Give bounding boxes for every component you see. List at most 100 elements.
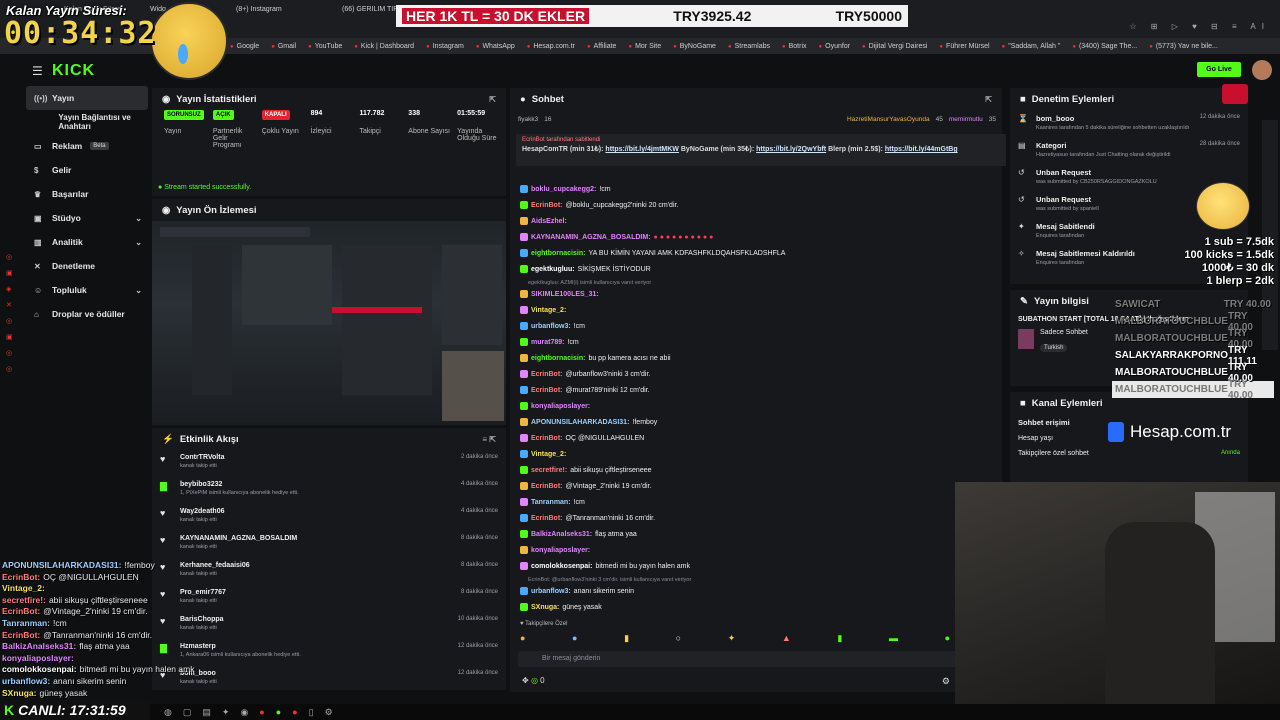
activity-user[interactable]: ContrTRVolta [180, 454, 224, 461]
moderation-item[interactable]: ▤ Kategori Hazretiyasuo tarafından Just Ch… [1010, 137, 1248, 164]
chat-message[interactable]: EcrinBot: @boklu_cupcakegg2'ninki 20 cm'd… [520, 201, 678, 209]
taskbar-app-icon[interactable]: ● [259, 707, 264, 717]
chat-message[interactable]: SIKIMLE100LES_31: [520, 290, 602, 298]
chat-username[interactable]: egektkugluu: [531, 266, 575, 273]
bookmark[interactable]: Botrix [782, 43, 807, 50]
chat-username[interactable]: konyaliaposlayer: [531, 547, 590, 554]
chat-message[interactable]: BalkizAnalseks31: flaş atma yaa [520, 530, 637, 538]
chat-username[interactable]: Vintage_2: [531, 307, 566, 314]
chat-username[interactable]: EcrinBot: [531, 387, 563, 394]
preview-video[interactable] [152, 221, 506, 425]
chat-message[interactable]: EcrinBot: @Tanranman'ninki 16 cm'dir. [520, 514, 655, 522]
chat-message[interactable]: EcrinBot: @murat789'ninki 12 cm'dir. [520, 386, 650, 394]
activity-user[interactable]: Hzmasterp [180, 643, 301, 650]
chat-username[interactable]: APONUNSILAHARKADASI31: [531, 419, 629, 426]
list-item[interactable]: ♥ ContrTRVolta kanalı takip etti 2 dakika ö… [152, 450, 506, 477]
list-item[interactable]: ♥ Way2death06 kanalı takip etti 4 dakika ön… [152, 504, 506, 531]
bookmark[interactable]: Affiliate [587, 43, 617, 50]
chat-message[interactable]: Vintage_2: [520, 306, 569, 314]
list-item[interactable]: ♥ KAYNANAMIN_AGZNA_BOSALDIM kanalı takip e… [152, 531, 506, 558]
browser-toolbar-icons[interactable]: ☆ ⊞ ▷ ♥ ⊟ ≡ AI [1129, 22, 1270, 31]
external-link-icon[interactable]: ⇱ [985, 95, 992, 104]
bookmark[interactable]: "Saddam, Allah " [1002, 43, 1060, 50]
sidebar-item-2[interactable]: ▭ Reklam Beta [26, 134, 148, 158]
chat-message[interactable]: SXnuga: güneş yasak [520, 603, 602, 611]
list-item[interactable]: ♥ BarisChoppa kanalı takip etti 10 dakika ö… [152, 612, 506, 639]
sidebar-item-6[interactable]: ▥ Analitik ⌄ [26, 230, 148, 254]
taskbar-app-icon[interactable]: ⚙ [325, 707, 333, 718]
bookmark[interactable]: WhatsApp [476, 43, 514, 50]
bookmark[interactable]: Oyunfor [819, 43, 850, 50]
avatar[interactable] [1252, 60, 1272, 80]
sidebar-item-4[interactable]: ♛ Başarılar [26, 182, 148, 206]
tab[interactable]: (66) GERILIM TIR... [342, 6, 404, 20]
chat-username[interactable]: EcrinBot: [531, 515, 563, 522]
chat-username[interactable]: eightbornacisin: [531, 355, 585, 362]
gear-icon[interactable]: ⚙ [942, 676, 950, 687]
bookmark[interactable]: ByNoGame [673, 43, 716, 50]
taskbar-app-icon[interactable]: ▯ [309, 707, 314, 718]
chat-message[interactable]: APONUNSILAHARKADASI31: !femboy [520, 418, 657, 426]
chat-username[interactable]: Vintage_2: [531, 451, 566, 458]
list-item[interactable]: ▇ Hzmasterp 1, Ankara06 isimli kullanıcıya… [152, 639, 506, 666]
chat-username[interactable]: Tanranman: [531, 499, 571, 506]
bookmark[interactable]: Kick | Dashboard [354, 43, 414, 50]
chat-message[interactable]: eightbornacisin: YA BU KİMİN YAYANI AMK K… [520, 249, 785, 257]
sidebar-item-1[interactable]: Yayın Bağlantısı ve Anahtarı [26, 110, 148, 134]
chat-username[interactable]: urbanflow3: [531, 588, 571, 595]
bookmark[interactable]: Führer Mürsel [939, 43, 990, 50]
chat-message[interactable]: comolokkosenpai: bitmedi mi bu yayın hale… [520, 562, 690, 570]
bookmark[interactable]: Mor Site [628, 43, 661, 50]
bookmark[interactable]: Google [230, 43, 260, 50]
chat-message[interactable]: egektkugluu: SİKİŞMEK İSTİYODUR [520, 265, 651, 273]
chat-message[interactable]: urbanflow3: ananı sikerim senin [520, 587, 634, 595]
emote-bar[interactable]: ● ● ▮ ○ ✦ ▲ ▮ ▬ ● [520, 633, 950, 644]
chat-message[interactable]: KAYNANAMIN_AGZNA_BOSALDIM: ● ● ● ● ● ● ● … [520, 233, 713, 241]
chat-message[interactable]: Vintage_2: [520, 450, 569, 458]
chat-username[interactable]: EcrinBot: [531, 202, 563, 209]
chat-username[interactable]: EcrinBot: [531, 371, 563, 378]
chat-input[interactable]: Bir mesaj gönderin [518, 651, 996, 667]
chat-username[interactable]: SIKIMLE100LES_31: [531, 291, 599, 298]
taskbar-app-icon[interactable]: ● [276, 707, 281, 717]
taskbar-app-icon[interactable]: ● [292, 707, 297, 717]
list-item[interactable]: ♥ bom_booo kanalı takip etti 12 dakika önce [152, 666, 506, 693]
followers-chat-row[interactable]: Takipçilere özel sohbet Anında [1010, 446, 1248, 461]
taskbar-app-icon[interactable]: ◍ [164, 707, 172, 718]
sidebar-item-3[interactable]: $ Gelir [26, 158, 148, 182]
filter-icon[interactable]: ≡ ⇱ [482, 435, 496, 444]
bookmark[interactable]: Gmail [271, 43, 296, 50]
pinned-link[interactable]: https://bit.ly/4jmtMKW [605, 146, 679, 153]
pinned-link[interactable]: https://bit.ly/2QwYbft [756, 146, 826, 153]
activity-user[interactable]: Way2death06 [180, 508, 224, 515]
settings-icon[interactable]: ✥ [522, 676, 529, 685]
bookmark[interactable]: Instagram [426, 43, 464, 50]
sidebar-item-5[interactable]: ▣ Stüdyo ⌄ [26, 206, 148, 230]
external-link-icon[interactable]: ⇱ [489, 95, 496, 104]
taskbar-app-icon[interactable]: ▤ [202, 707, 211, 718]
taskbar-app-icon[interactable]: ▢ [183, 707, 192, 718]
chat-username[interactable]: comolokkosenpai: [531, 563, 592, 570]
chat-username[interactable]: EcrinBot: [531, 483, 563, 490]
bookmark[interactable]: YouTube [308, 43, 343, 50]
activity-user[interactable]: beybibo3232 [180, 481, 299, 488]
menu-icon[interactable]: ☰ [32, 64, 43, 78]
points-icon[interactable]: ◎ [531, 676, 538, 685]
chat-message[interactable]: eightbornacisin: bu pp kamera acısı ne ab… [520, 354, 671, 362]
bookmark[interactable]: Dijital Vergi Dairesi [862, 43, 928, 50]
chat-username[interactable]: BalkizAnalseks31: [531, 531, 592, 538]
chat-message[interactable]: EcrinBot: OÇ @NIGULLAHGULEN [520, 434, 644, 442]
sidebar-item-0[interactable]: ((•)) Yayın [26, 86, 148, 110]
moderation-item[interactable]: ⌛ bom_booo Kaanires tarafından 5 dakika sü… [1010, 110, 1248, 137]
bookmark[interactable]: (5773) Yav ne bile... [1149, 43, 1218, 50]
bookmark[interactable]: Hesap.com.tr [527, 43, 575, 50]
chat-message[interactable]: murat789: !cm [520, 338, 579, 346]
list-item[interactable]: ▇ beybibo3232 1, PiXePiM isimli kullanıcıy… [152, 477, 506, 504]
sidebar-item-9[interactable]: ⌂ Droplar ve ödüller [26, 302, 148, 326]
chat-message[interactable]: EcrinBot: @Vintage_2'ninki 19 cm'dir. [520, 482, 651, 490]
chat-username[interactable]: SXnuga: [531, 604, 559, 611]
chat-message[interactable]: Tanranman: !cm [520, 498, 585, 506]
go-live-button[interactable]: Go Live [1197, 62, 1241, 77]
list-item[interactable]: ♥ Kerhanee_fedaaisi06 kanalı takip etti 8 d… [152, 558, 506, 585]
chat-username[interactable]: EcrinBot: [531, 435, 563, 442]
